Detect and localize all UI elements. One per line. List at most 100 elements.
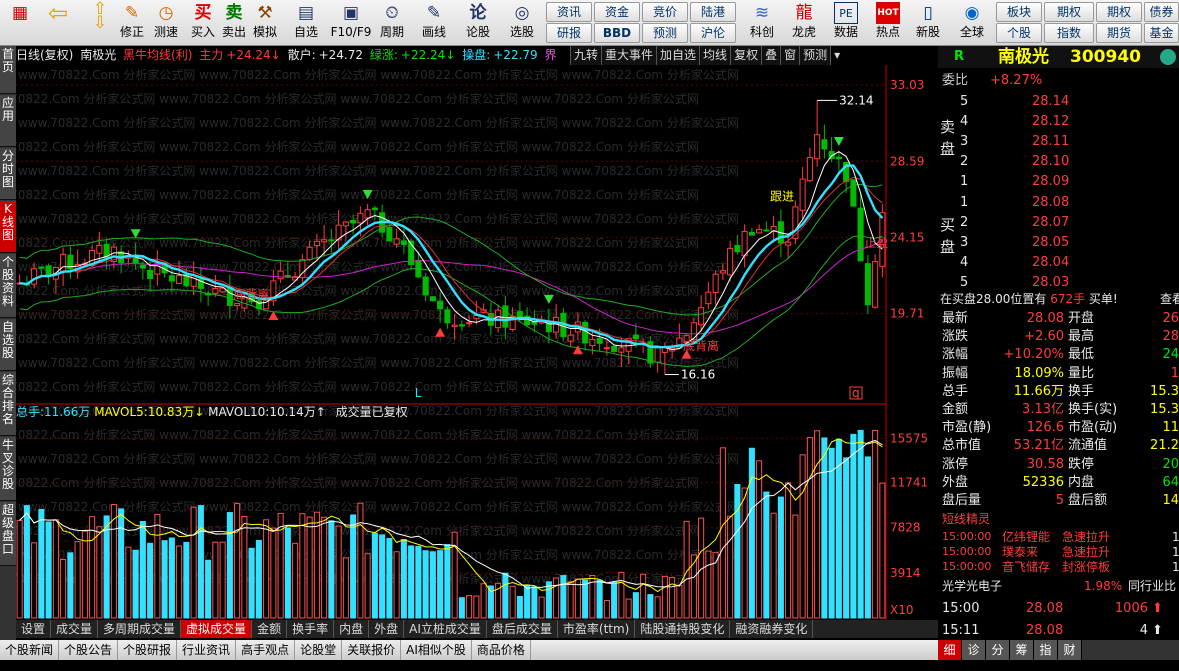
watchlist-button[interactable]: ▤ 自选 [288,2,324,44]
right-tab[interactable]: 指 [1034,640,1058,660]
hot-button[interactable]: HOT 热点 [868,2,908,44]
buy-price[interactable]: 28.08 [1032,194,1069,212]
period-button[interactable]: ⏲ 周期 [374,2,410,44]
forecast-button[interactable]: 预测 [642,23,688,43]
buy-price[interactable]: 28.04 [1032,254,1069,272]
bond-button[interactable]: 债券 [1144,2,1179,22]
indicator-tab[interactable]: 多周期成交量 [98,620,182,638]
notice-view-link[interactable]: 查看 [1160,290,1179,308]
prev-next-button[interactable]: ⇧ ⇩ [86,1,114,44]
industry-compare[interactable]: 同行业比 [1128,577,1176,595]
sector-button[interactable]: 板块 [996,2,1042,22]
report-button[interactable]: 研报 [546,23,592,43]
indicator-name[interactable]: 黑牛均线(利) [123,48,192,62]
tab-super-panel[interactable]: 超级盘口 [0,502,16,566]
sell-button[interactable]: 卖卖出 [219,2,249,44]
info-tab[interactable]: 行业资讯 [177,640,237,660]
tab-diagnose[interactable]: 牛叉诊股 [0,437,16,501]
tool-dropdown[interactable]: ▾ [830,46,844,65]
draw-button[interactable]: ✎ 画线 [416,2,452,44]
indicator-tab[interactable]: AI立桩成交量 [404,620,487,638]
f10-button[interactable]: ▣ F10/F9 [328,2,374,44]
indicator-tab[interactable]: 盘后成交量 [487,620,558,638]
sell-price[interactable]: 28.14 [1032,93,1069,111]
bidding-button[interactable]: 竞价 [642,2,688,22]
buy-button[interactable]: 买买入 [188,2,218,44]
select-stock-button[interactable]: ◎ 选股 [502,2,542,44]
indicator-tab[interactable]: 设置 [16,620,52,638]
indicator-tab[interactable]: 金额 [252,620,288,638]
buy-notice[interactable]: 在买盘28.00位置有 672手 买单! 查看 [940,290,1179,308]
info-tab[interactable]: 高手观点 [236,640,296,660]
tool-overlay[interactable]: 叠 [761,46,781,65]
indicator-tab[interactable]: 虚拟成交量 [181,620,253,638]
kechuang-button[interactable]: ≋ 科创 [742,2,782,44]
lugang-button[interactable]: 陆港 [690,2,736,22]
short-stock[interactable]: 音飞储存 [1002,558,1050,576]
news-button[interactable]: 资讯 [546,2,592,22]
option2-button[interactable]: 期权 [1096,2,1142,22]
stock-button[interactable]: 个股 [996,23,1042,43]
right-tab[interactable]: 诊 [962,640,986,660]
kline-chart[interactable]: www.70822.Com 分析家公式网 www.70822.Com 分析家公式… [16,65,938,620]
tab-ranking[interactable]: 综合排名 [0,372,16,436]
back-button[interactable]: ⇦ [42,1,74,44]
right-tab[interactable]: 细 [938,640,962,660]
sell-price[interactable]: 28.11 [1032,133,1069,151]
buy-price[interactable]: 28.07 [1032,214,1069,232]
info-tab[interactable]: 论股堂 [295,640,343,660]
right-tab[interactable]: 筹 [1010,640,1034,660]
tab-watchlist[interactable]: 自选股 [0,319,16,371]
info-tab[interactable]: 商品价格 [472,640,531,660]
data-button[interactable]: PE 数据 [826,2,866,44]
indicator-tab[interactable]: 外盘 [369,620,405,638]
info-tab[interactable]: AI相似个股 [401,640,472,660]
edit-button[interactable]: ✎ 修正 [116,2,148,44]
simulate-button[interactable]: ⚒ 模拟 [250,2,280,44]
test-button[interactable]: ◷ 测速 [150,2,182,44]
fund-button[interactable]: 资金 [594,2,640,22]
right-tab[interactable]: 分 [986,640,1010,660]
indicator-tab[interactable]: 内盘 [334,620,370,638]
tab-home[interactable]: 首页 [0,46,16,94]
tab-intraday[interactable]: 分时图 [0,148,16,200]
tool-adjust[interactable]: 复权 [730,46,762,65]
indicator-tab[interactable]: 陆股通持股变化 [635,620,731,638]
info-icon[interactable] [1160,49,1176,65]
info-tab[interactable]: 个股研报 [118,640,178,660]
indicator-tab[interactable]: 市盈率(ttm) [558,620,636,638]
chart-mode[interactable]: 日线(复权) [16,48,73,62]
tool-events[interactable]: 重大事件 [601,46,657,65]
indicator-tab[interactable]: 融资融券变化 [730,620,814,638]
tab-kline[interactable]: K线图 [0,201,16,253]
tab-profile[interactable]: 个股资料 [0,254,16,318]
sell-price[interactable]: 28.10 [1032,153,1069,171]
discuss-button[interactable]: 论论股 [460,2,496,44]
ipo-button[interactable]: ▯ 新股 [910,2,946,44]
option-button[interactable]: 期权 [1044,2,1094,22]
tool-add-watch[interactable]: 加自选 [656,46,700,65]
global-button[interactable]: ◉ 全球 [952,2,992,44]
tool-forecast[interactable]: 预测 [799,46,831,65]
hulun-button[interactable]: 沪伦 [690,23,736,43]
index-button[interactable]: 指数 [1044,23,1094,43]
indicator-tab[interactable]: 成交量 [51,620,99,638]
longhu-button[interactable]: 龍龙虎 [784,2,824,44]
sell-price[interactable]: 28.12 [1032,113,1069,131]
info-tab[interactable]: 个股新闻 [0,640,60,660]
info-tab[interactable]: 个股公告 [59,640,119,660]
tool-jiuzhuan[interactable]: 九转 [570,46,602,65]
right-tab[interactable]: 财 [1058,640,1082,660]
buy-price[interactable]: 28.05 [1032,234,1069,252]
industry-name[interactable]: 光学光电子 [942,577,1002,595]
short-title[interactable]: 短线精灵 [942,510,990,528]
tool-ma[interactable]: 均线 [699,46,731,65]
sell-price[interactable]: 28.09 [1032,173,1069,191]
bbd-button[interactable]: BBD [594,23,640,43]
home-button[interactable]: ▦ [4,2,36,44]
tab-apps[interactable]: 应用 [0,95,16,147]
fund-button-2[interactable]: 基金 [1144,23,1179,43]
tool-window[interactable]: 窗 [780,46,800,65]
futures-button[interactable]: 期货 [1096,23,1142,43]
indicator-tab[interactable]: 换手率 [287,620,335,638]
